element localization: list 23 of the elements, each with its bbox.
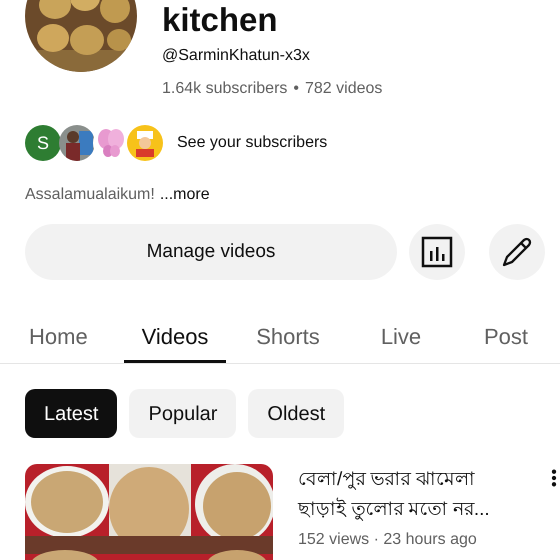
tab[interactable]: Videos [124,313,226,363]
tab[interactable]: Post [452,313,560,363]
channel-handle: @SarminKhatun-x3x [162,46,311,66]
tab[interactable]: Home [0,313,124,363]
filter-chip[interactable]: Oldest [248,389,344,438]
video-count: 782 videos [305,79,382,99]
filter-chip[interactable]: Popular [129,389,236,438]
tab[interactable]: Shorts [226,313,350,363]
more-vertical-icon [551,469,557,487]
separator-dot: • [293,79,299,99]
bar-chart-icon [421,236,453,268]
filter-chip[interactable]: Latest [25,389,118,438]
channel-description: Assalamualaikum! [25,185,155,205]
video-title[interactable]: বেলা/পুর ভরার ঝামেলা ছাড়াই তুলোর মতো নর... [298,465,513,525]
avatar-letter: S [25,125,61,161]
manage-videos-button[interactable]: Manage videos [25,224,397,280]
pencil-icon [501,236,533,268]
subscriber-count: 1.64k subscribers [162,79,288,99]
tab[interactable]: Live [350,313,452,363]
video-meta: 152 views · 23 hours ago [298,530,478,550]
subscribers-link[interactable]: See your subscribers [177,131,328,155]
channel-title: kitchen [162,2,279,38]
more-link[interactable]: ...more [160,183,210,207]
